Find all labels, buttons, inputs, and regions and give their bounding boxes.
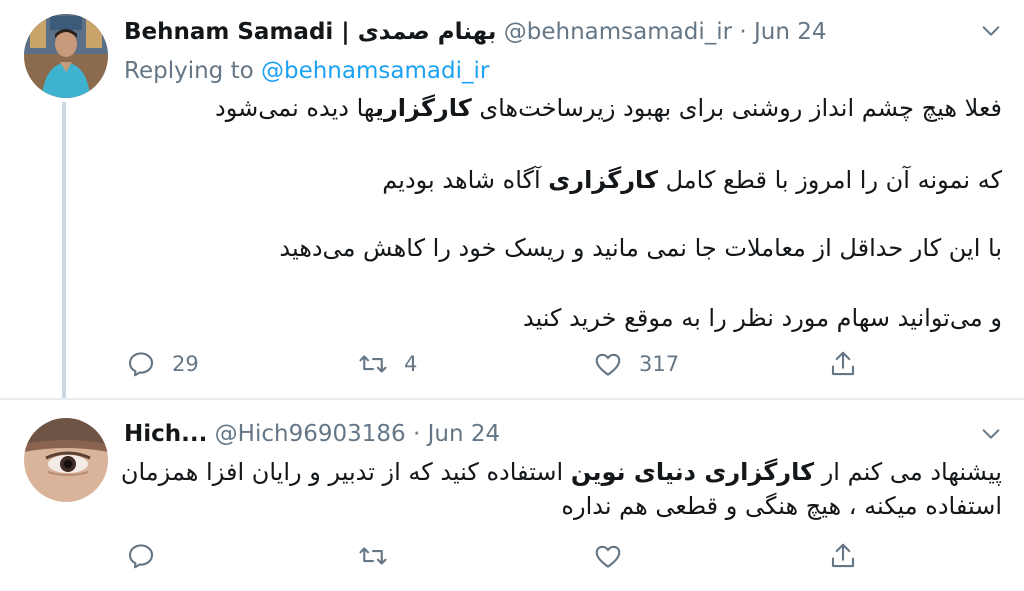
text-segment: با این کار حداقل از معاملات جا نمی مانید… <box>279 234 1002 262</box>
share-button[interactable] <box>828 346 858 382</box>
like-count: 317 <box>639 352 680 376</box>
replying-label: Replying to <box>124 58 254 84</box>
tweet-actions: 29 4 317 <box>124 346 864 382</box>
author-name[interactable]: Hich... <box>124 421 207 447</box>
text-segment: ها دیده نمی‌شود <box>215 94 375 122</box>
reply-button[interactable]: 29 <box>126 346 199 382</box>
reply-icon <box>128 544 154 569</box>
author-name[interactable]: Behnam Samadi | بهنام صمدی <box>124 19 496 45</box>
share-button[interactable] <box>828 538 858 574</box>
chevron-down-icon[interactable] <box>980 20 1002 42</box>
tweet-date[interactable]: Jun 24 <box>754 19 827 45</box>
bold-segment: کارگزاری <box>374 94 472 122</box>
text-segment: استفاده کنید که از تدبیر و رایان افزا هم… <box>120 458 571 486</box>
reply-count: 29 <box>172 352 199 376</box>
text-segment: که نمونه آن را امروز با قطع کامل <box>657 166 1002 194</box>
reply-button[interactable] <box>126 538 156 574</box>
tweet-date[interactable]: Jun 24 <box>428 421 501 447</box>
retweet-icon <box>359 355 387 373</box>
tweet-text-line: استفاده میکنه ، هیچ هنگی و قطعی هم نداره <box>561 490 1002 522</box>
tweet-text-line: با این کار حداقل از معاملات جا نمی مانید… <box>279 232 1002 264</box>
thread-line <box>62 102 66 400</box>
separator: · <box>412 421 421 447</box>
avatar[interactable] <box>24 14 108 98</box>
text-segment: آگاه شاهد بودیم <box>382 166 549 194</box>
tweet-header: Hich... @Hich96903186 · Jun 24 <box>124 419 500 449</box>
separator: · <box>739 19 747 45</box>
avatar[interactable] <box>24 418 108 502</box>
tweet-text-line: پیشنهاد می کنم ار کارگزاری دنیای نوین اس… <box>121 456 1002 488</box>
replying-handle[interactable]: @behnamsamadi_ir <box>261 58 489 84</box>
tweet-header: Behnam Samadi | بهنام صمدی @behnamsamadi… <box>124 17 827 47</box>
retweet-icon <box>359 547 387 565</box>
retweet-button[interactable]: 4 <box>358 346 417 382</box>
like-icon <box>595 545 621 568</box>
author-handle[interactable]: @behnamsamadi_ir <box>504 19 732 45</box>
retweet-button[interactable] <box>358 538 388 574</box>
author-handle[interactable]: @Hich96903186 <box>215 421 406 447</box>
chevron-down-icon[interactable] <box>980 423 1002 445</box>
tweet[interactable]: Behnam Samadi | بهنام صمدی @behnamsamadi… <box>0 0 1024 400</box>
like-button[interactable]: 317 <box>593 346 679 382</box>
tweet-actions <box>124 538 864 574</box>
share-icon <box>831 351 855 376</box>
text-segment: استفاده میکنه ، هیچ هنگی و قطعی هم نداره <box>561 492 1002 520</box>
text-segment: پیشنهاد می کنم ار <box>814 458 1002 486</box>
retweet-count: 4 <box>404 352 418 376</box>
text-segment: و می‌توانید سهام مورد نظر را به موقع خری… <box>522 304 1002 332</box>
bold-segment: کارگزاری دنیای نوین <box>570 458 815 486</box>
like-button[interactable] <box>593 538 623 574</box>
bold-segment: کارگزاری <box>548 166 658 194</box>
like-icon <box>595 353 621 376</box>
tweet-text-line: و می‌توانید سهام مورد نظر را به موقع خری… <box>523 302 1002 334</box>
tweet-text-line: که نمونه آن را امروز با قطع کامل کارگزار… <box>382 164 1002 196</box>
tweet-text-line: فعلا هیچ چشم انداز روشنی برای بهبود زیرس… <box>215 92 1002 124</box>
reply-icon <box>128 352 154 377</box>
replying-to: Replying to @behnamsamadi_ir <box>124 56 489 86</box>
text-segment: فعلا هیچ چشم انداز روشنی برای بهبود زیرس… <box>471 94 1002 122</box>
share-icon <box>831 543 855 568</box>
